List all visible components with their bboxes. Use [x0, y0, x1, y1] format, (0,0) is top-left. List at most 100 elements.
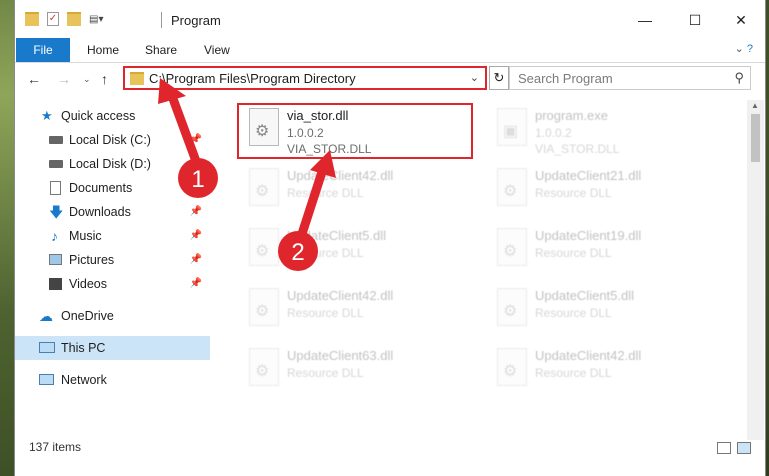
- file-item[interactable]: ▣ program.exe 1.0.0.2 VIA_STOR.DLL: [487, 104, 727, 156]
- sidebar-item-label: Videos: [69, 277, 107, 291]
- close-button[interactable]: ✕: [731, 10, 751, 30]
- ribbon-expand-icon[interactable]: ⌄ ?: [735, 42, 753, 55]
- sidebar-item-downloads[interactable]: 🡇 Downloads 📌: [15, 200, 210, 224]
- dll-file-icon: ⚙: [249, 288, 279, 326]
- sidebar-item-this-pc[interactable]: This PC: [15, 336, 210, 360]
- window-title: Program: [171, 13, 221, 28]
- dll-file-icon: ⚙: [249, 348, 279, 386]
- file-description: Resource DLL: [287, 306, 364, 320]
- file-highlight-box: [237, 103, 473, 159]
- sidebar-item-network[interactable]: Network: [15, 368, 210, 392]
- file-description: Resource DLL: [287, 246, 364, 260]
- drive-icon: [49, 136, 63, 144]
- details-view-icon[interactable]: [717, 442, 731, 454]
- sidebar-item-label: Network: [61, 373, 107, 387]
- tab-view[interactable]: View: [204, 38, 230, 62]
- search-icon: ⚲: [734, 70, 744, 85]
- title-bar: ✓ ▤▾ Program — ☐ ✕: [15, 0, 765, 40]
- up-arrow-icon[interactable]: ↑: [101, 71, 108, 87]
- file-item[interactable]: ⚙ UpdateClient5.dll Resource DLL: [239, 224, 479, 274]
- back-arrow-icon[interactable]: ←: [27, 71, 41, 87]
- file-item[interactable]: ⚙ UpdateClient5.dll Resource DLL: [487, 284, 727, 334]
- file-description: Resource DLL: [535, 186, 612, 200]
- search-input[interactable]: Search Program ⚲: [509, 66, 751, 90]
- navigation-pane: ★ Quick access Local Disk (C:) 📌 Local D…: [15, 100, 210, 440]
- dll-file-icon: ⚙: [497, 168, 527, 206]
- status-bar: 137 items: [15, 438, 765, 458]
- sidebar-item-pictures[interactable]: Pictures 📌: [15, 248, 210, 272]
- sidebar-item-quick-access[interactable]: ★ Quick access: [15, 104, 210, 128]
- file-name: program.exe: [535, 108, 608, 123]
- dll-file-icon: ⚙: [497, 348, 527, 386]
- file-description: VIA_STOR.DLL: [535, 142, 620, 156]
- scroll-up-icon[interactable]: ▲: [751, 101, 759, 110]
- file-name: UpdateClient5.dll: [535, 288, 635, 303]
- ribbon-tabs: File Home Share View ⌄ ?: [15, 38, 765, 63]
- sidebar-item-label: Quick access: [61, 109, 136, 123]
- exe-file-icon: ▣: [497, 108, 527, 146]
- sidebar-item-label: Documents: [69, 181, 133, 195]
- pin-icon[interactable]: 📌: [190, 248, 202, 272]
- file-description: Resource DLL: [287, 186, 364, 200]
- file-name: UpdateClient63.dll: [287, 348, 394, 363]
- refresh-button[interactable]: ↻: [489, 66, 509, 90]
- chevron-down-icon[interactable]: ⌄: [470, 71, 479, 84]
- sidebar-item-label: OneDrive: [61, 309, 114, 323]
- sidebar-item-music[interactable]: ♪ Music 📌: [15, 224, 210, 248]
- sidebar-item-videos[interactable]: Videos 📌: [15, 272, 210, 296]
- file-item[interactable]: ⚙ UpdateClient42.dll Resource DLL: [239, 284, 479, 334]
- document-icon: [50, 181, 61, 195]
- customize-toolbar-icon[interactable]: ▤▾: [89, 14, 103, 25]
- pin-icon[interactable]: 📌: [190, 224, 202, 248]
- file-item[interactable]: ⚙ UpdateClient42.dll Resource DLL: [487, 344, 727, 394]
- recent-locations-icon[interactable]: ⌄: [83, 74, 91, 85]
- dll-file-icon: ⚙: [497, 228, 527, 266]
- dll-file-icon: ⚙: [249, 168, 279, 206]
- file-name: UpdateClient19.dll: [535, 228, 642, 243]
- properties-icon[interactable]: ✓: [47, 12, 59, 26]
- sidebar-item-local-disk-c[interactable]: Local Disk (C:) 📌: [15, 128, 210, 152]
- scrollbar-thumb[interactable]: [751, 114, 760, 162]
- video-icon: [49, 278, 62, 290]
- file-name: UpdateClient42.dll: [287, 168, 394, 183]
- sidebar-item-label: Local Disk (C:): [69, 133, 151, 147]
- address-path: C:\Program Files\Program Directory: [149, 71, 356, 86]
- quick-access-toolbar: ✓ ▤▾: [25, 12, 103, 26]
- forward-arrow-icon[interactable]: →: [57, 71, 71, 87]
- sidebar-item-label: Local Disk (D:): [69, 157, 151, 171]
- sidebar-item-local-disk-d[interactable]: Local Disk (D:): [15, 152, 210, 176]
- file-item[interactable]: ⚙ UpdateClient21.dll Resource DLL: [487, 164, 727, 214]
- pin-icon[interactable]: 📌: [190, 200, 202, 224]
- folder-icon[interactable]: [25, 12, 39, 26]
- explorer-window: ✓ ▤▾ Program — ☐ ✕ File Home Share View …: [14, 0, 766, 476]
- sidebar-item-label: Music: [69, 229, 102, 243]
- maximize-button[interactable]: ☐: [685, 10, 705, 30]
- drive-icon: [49, 160, 63, 168]
- tab-file[interactable]: File: [16, 38, 70, 62]
- minimize-button[interactable]: —: [635, 10, 655, 30]
- tab-home[interactable]: Home: [87, 38, 119, 62]
- title-separator: [161, 12, 162, 28]
- file-item[interactable]: ⚙ UpdateClient19.dll Resource DLL: [487, 224, 727, 274]
- file-name: UpdateClient42.dll: [535, 348, 642, 363]
- new-folder-icon[interactable]: [67, 12, 81, 26]
- download-icon: 🡇: [49, 204, 64, 220]
- item-count: 137 items: [29, 440, 82, 454]
- sidebar-item-documents[interactable]: Documents: [15, 176, 210, 200]
- music-icon: ♪: [51, 228, 58, 244]
- file-item[interactable]: ⚙ UpdateClient42.dll Resource DLL: [239, 164, 479, 214]
- navigation-bar: ← → ⌄ ↑ C:\Program Files\Program Directo…: [15, 63, 765, 95]
- sidebar-item-onedrive[interactable]: ☁ OneDrive: [15, 304, 210, 328]
- pin-icon[interactable]: 📌: [190, 128, 202, 152]
- search-placeholder: Search Program: [518, 71, 613, 86]
- vertical-scrollbar[interactable]: ▲: [747, 100, 764, 440]
- file-name: UpdateClient42.dll: [287, 288, 394, 303]
- large-icons-view-icon[interactable]: [737, 442, 751, 454]
- address-bar[interactable]: C:\Program Files\Program Directory ⌄: [123, 66, 487, 90]
- file-item[interactable]: ⚙ UpdateClient63.dll Resource DLL: [239, 344, 479, 394]
- tab-share[interactable]: Share: [145, 38, 177, 62]
- file-name: UpdateClient5.dll: [287, 228, 387, 243]
- file-description: Resource DLL: [535, 306, 612, 320]
- pin-icon[interactable]: 📌: [190, 272, 202, 296]
- sidebar-item-label: Downloads: [69, 205, 131, 219]
